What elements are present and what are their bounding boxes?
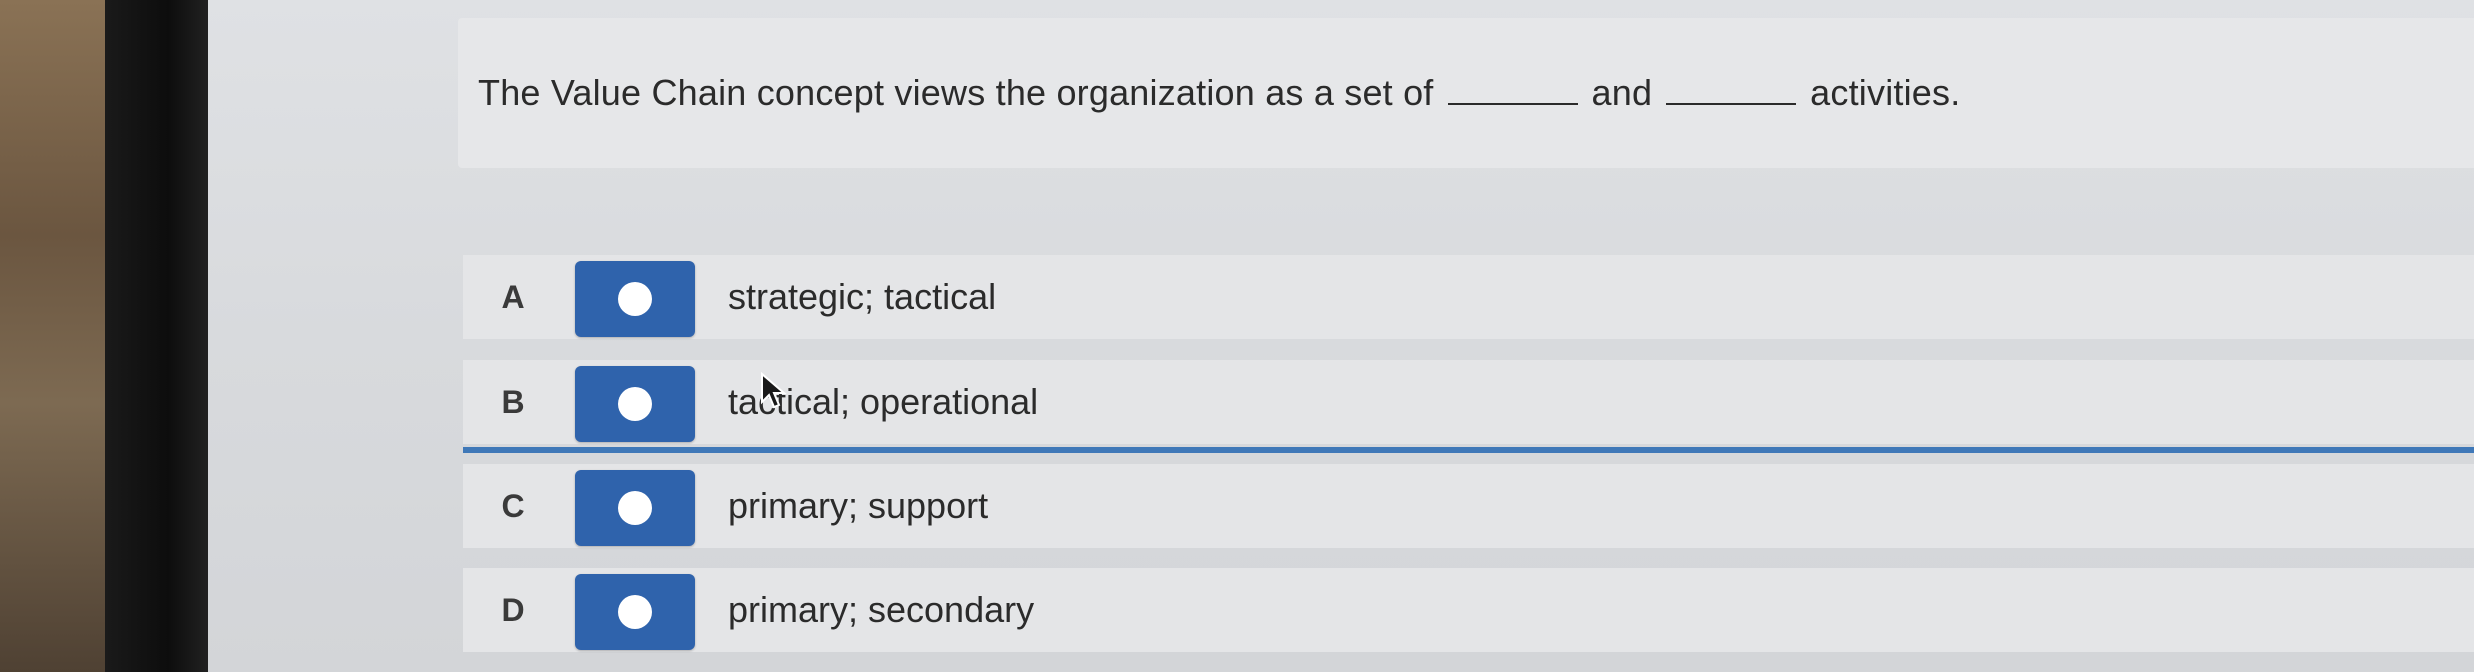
radio-button-icon [618, 387, 652, 421]
option-d-radio-button[interactable] [575, 574, 695, 650]
radio-button-icon [618, 595, 652, 629]
option-a-row[interactable]: A strategic; tactical [463, 255, 2474, 339]
option-c-letter: C [501, 488, 525, 524]
question-text: The Value Chain concept views the organi… [478, 72, 1960, 114]
monitor-bezel [105, 0, 210, 672]
quiz-screen: The Value Chain concept views the organi… [208, 0, 2474, 672]
option-c-radio-button[interactable] [575, 470, 695, 546]
radio-button-icon [618, 282, 652, 316]
option-b-radio-button[interactable] [575, 366, 695, 442]
option-d-text: primary; secondary [728, 589, 1035, 630]
question-part-1: The Value Chain concept views the organi… [478, 72, 1434, 113]
option-a-letter: A [501, 279, 525, 315]
option-b-letter: B [501, 384, 525, 420]
option-focus-indicator [463, 447, 2474, 453]
option-a-radio-button[interactable] [575, 261, 695, 337]
blank-1 [1447, 75, 1578, 105]
option-a-text: strategic; tactical [728, 276, 997, 317]
background-desk [0, 0, 110, 672]
question-part-2: and [1591, 72, 1653, 113]
option-d-row[interactable]: D primary; secondary [463, 568, 2474, 652]
option-c-row[interactable]: C primary; support [463, 464, 2474, 548]
option-d-letter: D [501, 592, 525, 628]
question-part-3: activities. [1810, 72, 1961, 113]
mouse-pointer-icon [761, 372, 787, 409]
option-c-text: primary; support [728, 485, 989, 526]
blank-2 [1666, 75, 1797, 105]
radio-button-icon [618, 491, 652, 525]
